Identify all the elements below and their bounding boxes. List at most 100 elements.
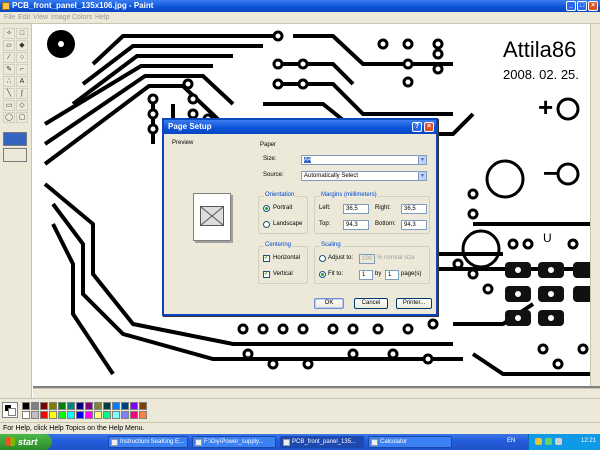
- source-select[interactable]: Automatically Select ▼: [301, 171, 427, 181]
- line-icon[interactable]: ╲: [3, 88, 15, 99]
- palette-swatch[interactable]: [94, 411, 102, 419]
- top-margin-input[interactable]: 94,3: [343, 220, 369, 230]
- palette-swatch[interactable]: [85, 411, 93, 419]
- palette-swatch[interactable]: [49, 411, 57, 419]
- palette-swatch[interactable]: [139, 411, 147, 419]
- status-text: For Help, click Help Topics on the Help …: [3, 425, 145, 432]
- pcb-u-label: U: [543, 231, 552, 245]
- preview-label: Preview: [171, 140, 195, 146]
- curve-icon[interactable]: ∫: [16, 88, 28, 99]
- right-margin-label: Right:: [375, 205, 391, 211]
- fit-suffix-label: page(s): [401, 271, 422, 277]
- magnifier-icon[interactable]: ○: [16, 52, 28, 63]
- airbrush-icon[interactable]: ∴: [3, 76, 15, 87]
- tool-option-opaque[interactable]: [3, 132, 27, 146]
- size-select[interactable]: A4 ▼: [301, 155, 427, 165]
- language-indicator[interactable]: EN: [507, 438, 515, 444]
- printer-button[interactable]: Printer...: [396, 298, 432, 309]
- eraser-icon[interactable]: ▱: [3, 40, 15, 51]
- close-button[interactable]: ×: [588, 1, 598, 11]
- text-icon[interactable]: A: [16, 76, 28, 87]
- palette-swatch[interactable]: [112, 402, 120, 410]
- ok-button[interactable]: OK: [314, 298, 344, 309]
- select-icon[interactable]: □: [16, 28, 28, 39]
- fill-icon[interactable]: ◆: [16, 40, 28, 51]
- calculator-icon: [371, 439, 378, 446]
- palette-swatch[interactable]: [40, 402, 48, 410]
- vertical-scrollbar[interactable]: [590, 24, 600, 386]
- start-button[interactable]: start: [0, 434, 52, 450]
- palette-swatch[interactable]: [103, 402, 111, 410]
- palette-swatch[interactable]: [76, 402, 84, 410]
- palette-swatch[interactable]: [112, 411, 120, 419]
- portrait-radio[interactable]: [263, 205, 270, 212]
- palette-swatch[interactable]: [31, 411, 39, 419]
- dialog-help-button[interactable]: ?: [412, 122, 422, 132]
- pcb-plus-sign: +: [538, 92, 553, 122]
- free-select-icon[interactable]: ✧: [3, 28, 15, 39]
- menu-view[interactable]: View: [33, 14, 48, 21]
- tray-icon-1[interactable]: [535, 438, 542, 445]
- ellipse-icon[interactable]: ◯: [3, 112, 15, 123]
- document-icon: [111, 439, 118, 446]
- palette-swatch[interactable]: [31, 402, 39, 410]
- margins-label: Margins (millimeters): [320, 192, 378, 198]
- minimize-button[interactable]: _: [566, 1, 576, 11]
- palette-swatch[interactable]: [58, 411, 66, 419]
- palette-swatch[interactable]: [22, 411, 30, 419]
- palette-swatch[interactable]: [130, 411, 138, 419]
- tray-icon-2[interactable]: [545, 438, 552, 445]
- palette-swatch[interactable]: [139, 402, 147, 410]
- menu-file[interactable]: File: [4, 14, 15, 21]
- menu-help[interactable]: Help: [95, 14, 109, 21]
- palette-swatch[interactable]: [130, 402, 138, 410]
- horizontal-scrollbar[interactable]: [33, 388, 600, 398]
- menu-edit[interactable]: Edit: [18, 14, 30, 21]
- task-instructiuni[interactable]: Instructiuni SeaKing E...: [108, 436, 188, 448]
- palette-swatch[interactable]: [76, 411, 84, 419]
- toolbox: ✧ □ ▱ ◆ ⁄ ○ ✎ ⌐ ∴ A ╲ ∫ ▭ ◇ ◯ ▢: [0, 24, 32, 398]
- fit-to-radio[interactable]: [319, 271, 326, 278]
- polygon-icon[interactable]: ◇: [16, 100, 28, 111]
- menu-image[interactable]: Image: [51, 14, 70, 21]
- horizontal-checkbox[interactable]: ✓: [263, 255, 270, 262]
- palette-swatch[interactable]: [85, 402, 93, 410]
- rounded-rectangle-icon[interactable]: ▢: [16, 112, 28, 123]
- palette-swatch[interactable]: [121, 402, 129, 410]
- right-margin-input[interactable]: 36,5: [401, 204, 427, 214]
- bottom-margin-input[interactable]: 94,3: [401, 220, 427, 230]
- task-folder[interactable]: F:\Diy\Power_supply...: [192, 436, 276, 448]
- tray-icon-3[interactable]: [555, 438, 562, 445]
- tool-option-transparent[interactable]: [3, 148, 27, 162]
- landscape-radio[interactable]: [263, 221, 270, 228]
- rectangle-icon[interactable]: ▭: [3, 100, 15, 111]
- palette-swatch[interactable]: [121, 411, 129, 419]
- menu-bar: File Edit View Image Colors Help: [0, 12, 600, 24]
- palette-swatch[interactable]: [103, 411, 111, 419]
- current-colors[interactable]: [2, 402, 18, 418]
- fit-width-input[interactable]: 1: [359, 270, 373, 280]
- task-calculator[interactable]: Calculator: [368, 436, 452, 448]
- adjust-percent-input[interactable]: 100: [359, 254, 375, 264]
- adjust-to-radio[interactable]: [319, 255, 326, 262]
- color-picker-icon[interactable]: ⁄: [3, 52, 15, 63]
- palette-swatch[interactable]: [67, 411, 75, 419]
- menu-colors[interactable]: Colors: [72, 14, 92, 21]
- cancel-button[interactable]: Cancel: [354, 298, 388, 309]
- brush-icon[interactable]: ⌐: [16, 64, 28, 75]
- fit-height-input[interactable]: 1: [385, 270, 399, 280]
- pencil-icon[interactable]: ✎: [3, 64, 15, 75]
- palette-swatch[interactable]: [67, 402, 75, 410]
- palette-swatch[interactable]: [22, 402, 30, 410]
- palette-swatch[interactable]: [58, 402, 66, 410]
- palette-swatch[interactable]: [94, 402, 102, 410]
- vertical-checkbox[interactable]: ✓: [263, 271, 270, 278]
- palette-swatch[interactable]: [40, 411, 48, 419]
- fit-by-label: by: [375, 271, 382, 277]
- dialog-close-button[interactable]: ×: [424, 122, 434, 132]
- palette-swatch[interactable]: [49, 402, 57, 410]
- centering-label: Centering: [264, 242, 293, 248]
- maximize-button[interactable]: □: [577, 1, 587, 11]
- task-paint[interactable]: PCB_front_panel_135...: [280, 436, 364, 448]
- left-margin-input[interactable]: 36,5: [343, 204, 369, 214]
